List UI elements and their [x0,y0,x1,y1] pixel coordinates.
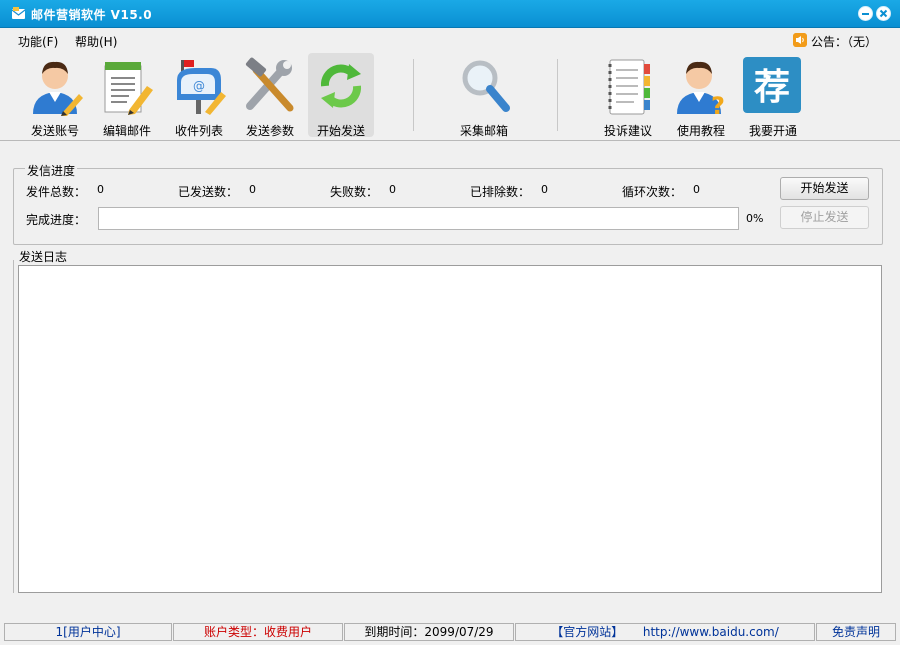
user-pencil-icon [33,61,83,116]
tool-label: 我要开通 [748,124,797,138]
user-center-link[interactable]: 1[用户中心] [4,623,172,641]
magnifier-icon [462,60,510,112]
tool-collect-email[interactable]: 采集邮箱 [451,53,517,138]
send-log-area[interactable] [18,265,882,593]
stop-send-button[interactable]: 停止发送 [780,206,869,229]
tool-send-params[interactable]: 发送参数 [237,53,303,138]
stat-sent-value: 0 [249,183,256,196]
app-envelope-icon [11,7,26,19]
status-bar: 1[用户中心] 账户类型：收费用户 到期时间：2099/07/29 【官方网站】… [0,620,900,645]
official-site[interactable]: 【官方网站】 http://www.baidu.com/ [515,623,815,641]
announcement-text: 公告：（无） [811,35,878,49]
close-button[interactable] [876,6,891,21]
svg-text:@: @ [193,79,205,93]
minimize-icon [862,13,869,15]
stat-loops-label: 循环次数： [622,185,683,199]
notepad-pencil-icon [104,62,153,115]
stat-failed-value: 0 [389,183,396,196]
progress-percent: 0% [746,212,764,225]
progress-group-title: 发信进度 [25,162,78,179]
refresh-arrows-icon [320,64,362,108]
tool-send-account[interactable]: 发送账号 [22,53,88,138]
title-bar: 邮件营销软件 V15.0 [0,0,900,28]
stat-excluded-label: 已排除数： [470,185,531,199]
tool-tutorial[interactable]: ? 使用教程 [668,53,734,138]
disclaimer-link[interactable]: 免责声明 [816,623,896,641]
stat-total-label: 发件总数： [26,185,87,199]
stat-total-value: 0 [97,183,104,196]
menu-bar: 功能(F) 帮助(H) [0,29,900,51]
svg-text:?: ? [711,92,725,116]
complete-progress-label: 完成进度： [26,213,87,227]
tool-activate[interactable]: 荐 我要开通 [740,53,806,138]
window-title: 邮件营销软件 V15.0 [31,8,153,22]
tool-recipient-list[interactable]: @ 收件列表 [166,53,232,138]
menu-function[interactable]: 功能(F) [18,33,58,50]
tool-label: 采集邮箱 [459,124,508,138]
notebook-icon [608,59,650,115]
tool-label: 开始发送 [316,124,365,138]
stat-loops-value: 0 [693,183,700,196]
minimize-button[interactable] [858,6,873,21]
menu-help[interactable]: 帮助(H) [75,33,117,50]
log-frame-line [13,260,14,593]
toolbar: 发送账号 编辑邮件 @ 收件列表 发送参数 开始发送 采集邮箱 投诉建议 ? 使… [0,51,900,141]
tool-start-send[interactable]: 开始发送 [308,53,374,138]
toolbar-separator [557,59,558,131]
expire-date: 到期时间：2099/07/29 [344,623,514,641]
official-site-label: 【官方网站】 [551,625,624,639]
close-icon [879,9,888,18]
stat-failed-label: 失败数： [330,185,379,199]
speaker-icon [793,33,807,47]
account-type: 账户类型：收费用户 [173,623,343,641]
send-log-title: 发送日志 [19,250,68,264]
toolbar-separator [413,59,414,131]
tool-edit-mail[interactable]: 编辑邮件 [94,53,160,138]
stat-excluded-value: 0 [541,183,548,196]
recommend-glyph: 荐 [754,67,790,108]
mailbox-icon: @ [177,60,226,115]
official-site-url[interactable]: http://www.baidu.com/ [643,625,779,639]
user-question-icon: ? [677,61,725,116]
wrench-hammer-icon [245,57,294,112]
recommend-icon: 荐 [743,57,801,113]
start-send-button[interactable]: 开始发送 [780,177,869,200]
tool-feedback[interactable]: 投诉建议 [595,53,661,138]
progress-bar [98,207,739,230]
stat-sent-label: 已发送数： [178,185,239,199]
